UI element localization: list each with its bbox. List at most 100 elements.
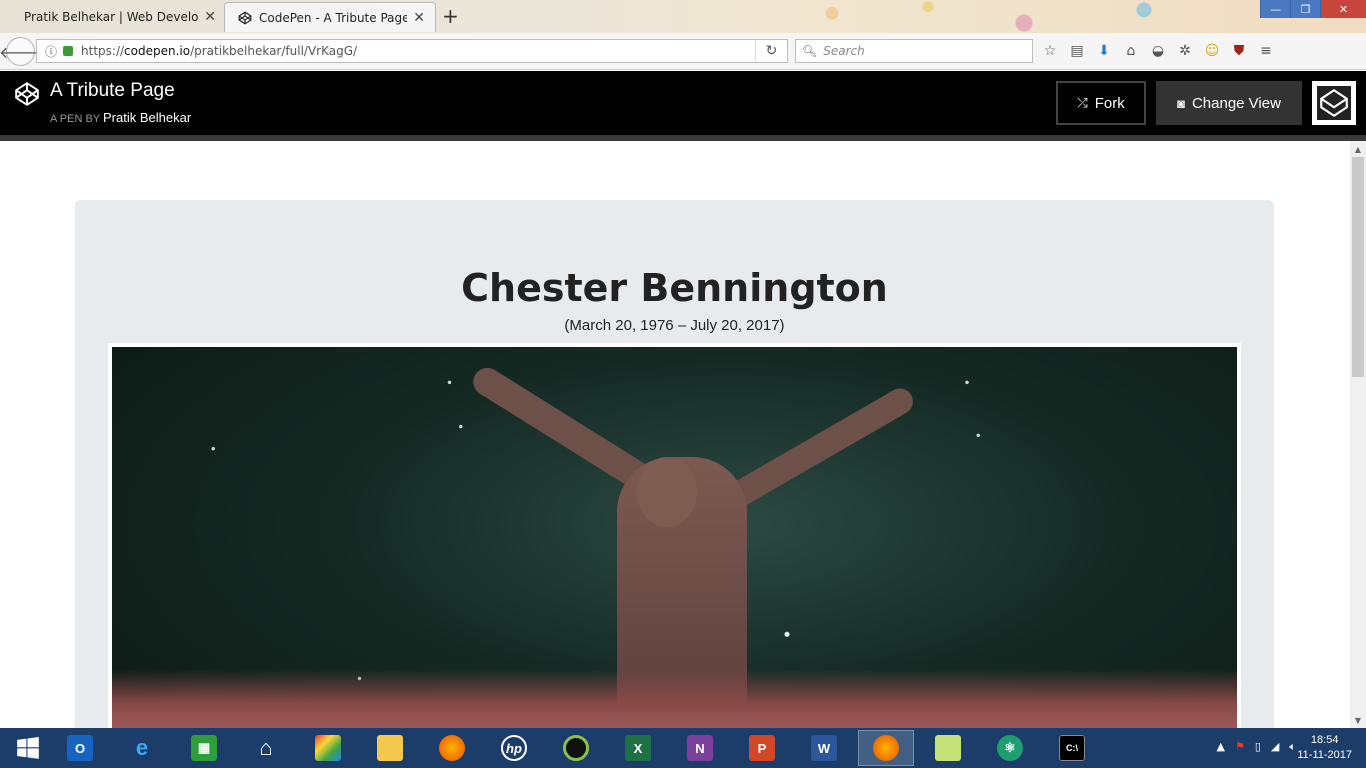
taskbar-outlook[interactable]: O (52, 730, 108, 766)
taskbar-powerpoint[interactable]: P (734, 730, 790, 766)
onenote-icon: N (687, 735, 713, 761)
taskbar-clock[interactable]: 18:54 11-11-2017 (1297, 733, 1352, 763)
taskbar-cmd[interactable]: C:\ (1044, 730, 1100, 766)
scroll-up-icon[interactable]: ▲ (1350, 141, 1366, 157)
eye-icon: ◙ (1177, 95, 1185, 111)
folder-icon (377, 735, 403, 761)
close-tab-icon[interactable]: ✕ (204, 9, 216, 25)
pen-byline: A PEN BY Pratik Belhekar (50, 110, 191, 125)
taskbar-media[interactable] (548, 730, 604, 766)
taskbar-store[interactable]: ▦ (176, 730, 232, 766)
avatar[interactable] (1312, 81, 1356, 125)
codepen-header: A Tribute Page A PEN BY Pratik Belhekar … (0, 71, 1366, 135)
close-tab-icon[interactable]: ✕ (413, 10, 425, 26)
windows-taskbar: O e ▦ ⌂ hp X N P W ⚛ C:\ ▲ ⚑ ▯ ◢ 🔈︎ 18:5… (0, 728, 1366, 768)
taskbar-onenote[interactable]: N (672, 730, 728, 766)
start-button[interactable] (0, 730, 56, 766)
taskbar-sticky-notes[interactable] (920, 730, 976, 766)
bookmark-star-icon[interactable]: ☆ (1040, 41, 1060, 61)
tribute-dates: (March 20, 1976 – July 20, 2017) (564, 317, 785, 334)
firefox-icon (873, 735, 899, 761)
change-view-label: Change View (1191, 94, 1281, 112)
pocket-icon[interactable]: ◒ (1148, 41, 1168, 61)
outlook-icon: O (67, 735, 93, 761)
search-placeholder: Search (823, 44, 865, 58)
show-hidden-icons-icon[interactable]: ▲ (1217, 740, 1225, 754)
tribute-image (112, 347, 1237, 728)
tab-label: CodePen - A Tribute Page (259, 10, 408, 25)
taskbar-word[interactable]: W (796, 730, 852, 766)
codepen-avatar-icon (1317, 86, 1351, 120)
new-tab-button[interactable]: + (442, 4, 459, 28)
scroll-thumb[interactable] (1352, 157, 1364, 377)
browser-tools: ☆ ▤ ⬇ ⌂ ◒ ✲ ☺ ⛊ ≡ (1040, 41, 1276, 61)
clock-time: 18:54 (1310, 734, 1339, 746)
taskbar-hp[interactable]: hp (486, 730, 542, 766)
minimize-icon[interactable]: — (1260, 0, 1290, 18)
media-icon (563, 735, 589, 761)
taskbar-excel[interactable]: X (610, 730, 666, 766)
info-icon[interactable]: ⓘ (45, 43, 57, 60)
home-icon[interactable]: ⌂ (1121, 41, 1141, 61)
close-window-icon[interactable]: ✕ (1320, 0, 1366, 18)
tab-label: Pratik Belhekar | Web Developer (24, 10, 199, 24)
taskbar-paint[interactable] (300, 730, 356, 766)
tribute-name: Chester Bennington (461, 266, 888, 310)
address-bar[interactable]: ⓘ https://codepen.io/pratikbelhekar/full… (36, 39, 788, 63)
windows-logo-icon (17, 736, 39, 759)
scroll-down-icon[interactable]: ▼ (1350, 712, 1366, 728)
change-view-button[interactable]: ◙ Change View (1156, 81, 1302, 125)
back-button[interactable]: 🡐 (0, 37, 42, 66)
crowd (112, 669, 1237, 728)
downloads-icon[interactable]: ⬇ (1094, 41, 1114, 61)
reading-list-icon[interactable]: ▤ (1067, 41, 1087, 61)
browser-tab-strip: Pratik Belhekar | Web Developer ✕ CodePe… (0, 0, 1366, 33)
atom-icon: ⚛ (997, 735, 1023, 761)
author-link[interactable]: Pratik Belhekar (103, 110, 191, 125)
volume-icon[interactable]: 🔈︎ (1289, 740, 1296, 754)
menu-icon[interactable]: ≡ (1256, 41, 1276, 61)
clock-date: 11-11-2017 (1297, 749, 1352, 761)
pen-title: A Tribute Page (50, 80, 175, 101)
emoji-icon[interactable]: ☺ (1202, 41, 1222, 61)
home-icon: ⌂ (259, 735, 273, 760)
taskbar-firefox[interactable] (424, 730, 480, 766)
action-center-icon[interactable]: ⚑ (1235, 740, 1245, 754)
ublock-icon[interactable]: ⛊ (1229, 41, 1249, 61)
taskbar-internet-explorer[interactable]: e (114, 730, 170, 766)
page-viewport: Chester Bennington (March 20, 1976 – Jul… (0, 141, 1350, 728)
paint-icon (315, 735, 341, 761)
tribute-image-frame (108, 343, 1241, 728)
restore-icon[interactable]: ❐ (1290, 0, 1320, 18)
store-icon: ▦ (191, 735, 217, 761)
excel-icon: X (625, 735, 651, 761)
network-icon[interactable]: ◢ (1271, 740, 1279, 754)
tab-codepen[interactable]: CodePen - A Tribute Page ✕ (224, 2, 436, 32)
url-text: https://codepen.io/pratikbelhekar/full/V… (81, 44, 358, 58)
battery-icon[interactable]: ▯ (1255, 740, 1261, 754)
search-icon: 🔍︎ (802, 44, 818, 58)
search-input[interactable]: 🔍︎ Search (795, 39, 1033, 63)
system-tray: ▲ ⚑ ▯ ◢ 🔈︎ (1217, 740, 1296, 754)
taskbar-home[interactable]: ⌂ (238, 730, 294, 766)
reload-icon[interactable]: ↻ (755, 40, 787, 62)
sticky-notes-icon (935, 735, 961, 761)
window-controls: — ❐ ✕ (1260, 0, 1366, 18)
page-scrollbar[interactable]: ▲ ▼ (1350, 141, 1366, 728)
codepen-favicon-icon (237, 10, 253, 26)
fork-label: Fork (1094, 94, 1125, 112)
byline-prefix: A PEN BY (50, 113, 100, 125)
taskbar-file-explorer[interactable] (362, 730, 418, 766)
fork-icon: ⤮ (1077, 95, 1088, 110)
extension-icon[interactable]: ✲ (1175, 41, 1195, 61)
codepen-logo-icon[interactable] (14, 81, 40, 107)
firefox-icon (439, 735, 465, 761)
lock-icon (63, 46, 74, 56)
fork-button[interactable]: ⤮ Fork (1056, 81, 1146, 125)
taskbar-firefox-active[interactable] (858, 730, 914, 766)
theme-decoration (736, 0, 1216, 33)
tab-pratik-belhekar[interactable]: Pratik Belhekar | Web Developer ✕ (12, 2, 226, 32)
powerpoint-icon: P (749, 735, 775, 761)
taskbar-atom[interactable]: ⚛ (982, 730, 1038, 766)
tribute-card: Chester Bennington (March 20, 1976 – Jul… (75, 200, 1274, 728)
